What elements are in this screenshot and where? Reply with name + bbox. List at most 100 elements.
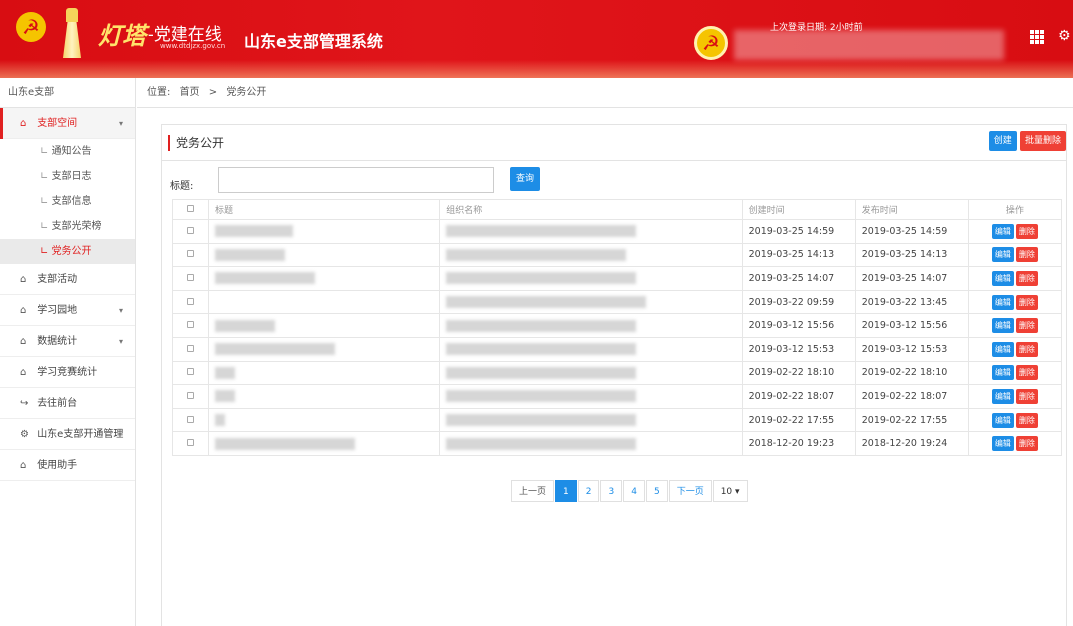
row-published-time: 2019-03-25 14:13: [854, 242, 969, 268]
row-title-blurred[interactable]: [208, 360, 441, 386]
delete-button[interactable]: 删除: [1015, 223, 1038, 239]
row-published-time: 2019-02-22 18:10: [854, 360, 969, 386]
row-created-time: 2019-03-25 14:07: [741, 266, 856, 291]
title-search-input[interactable]: [218, 167, 494, 193]
page-title: 党务公开: [168, 135, 224, 151]
row-published-time: 2019-03-12 15:53: [854, 336, 969, 362]
row-checkbox[interactable]: [171, 266, 210, 291]
row-title-blurred[interactable]: [208, 431, 441, 456]
content-panel: 党务公开 创建 批量删除 标题: 查询 标题 组织名称 创建时间 发布时间 操作…: [161, 124, 1067, 626]
row-checkbox[interactable]: [171, 384, 210, 409]
col-published: 发布时间: [854, 199, 969, 220]
edit-button[interactable]: 编辑: [991, 365, 1014, 381]
sidebar-item-activity[interactable]: ⌂ 支部活动: [0, 264, 135, 295]
row-published-time: 2019-03-22 13:45: [854, 289, 969, 315]
delete-button[interactable]: 删除: [1015, 318, 1038, 334]
edit-button[interactable]: 编辑: [991, 318, 1014, 334]
page-3-button[interactable]: 3: [600, 480, 623, 502]
row-created-time: 2019-03-25 14:13: [741, 242, 856, 268]
breadcrumb-prefix: 位置:: [147, 87, 171, 98]
records-table: 标题 组织名称 创建时间 发布时间 操作 2019-03-25 14:59 201…: [171, 199, 1063, 456]
edit-button[interactable]: 编辑: [991, 341, 1014, 357]
edit-button[interactable]: 编辑: [991, 223, 1014, 239]
brand-name: 灯塔: [98, 21, 146, 50]
delete-button[interactable]: 删除: [1015, 341, 1038, 357]
sidebar-item-label: 数据统计: [37, 336, 78, 347]
house-icon: ⌂: [20, 305, 27, 316]
page-4-button[interactable]: 4: [623, 480, 645, 502]
party-emblem-icon: ☭: [694, 26, 728, 60]
page-2-button[interactable]: 2: [577, 480, 600, 502]
edit-button[interactable]: 编辑: [991, 247, 1014, 263]
sidebar-item-frontend[interactable]: ↪ 去往前台: [0, 388, 135, 419]
page-5-button[interactable]: 5: [645, 480, 668, 502]
next-page-button[interactable]: 下一页: [668, 480, 712, 502]
prev-page-button[interactable]: 上一页: [511, 480, 555, 502]
settings-gear-icon[interactable]: ⚙: [1058, 28, 1071, 44]
sidebar-subitem-info[interactable]: 支部信息: [0, 189, 135, 214]
sidebar-item-study[interactable]: ⌂ 学习园地 ▾: [0, 295, 135, 326]
row-published-time: 2018-12-20 19:24: [854, 431, 969, 456]
delete-button[interactable]: 删除: [1015, 365, 1038, 381]
sidebar-item-label: 支部空间: [37, 118, 78, 129]
row-checkbox[interactable]: [171, 242, 210, 268]
sidebar-item-contest-stats[interactable]: ⌂ 学习竞赛统计: [0, 357, 135, 388]
row-created-time: 2019-03-25 14:59: [741, 219, 856, 244]
delete-button[interactable]: 删除: [1015, 294, 1038, 310]
row-title-blurred[interactable]: [208, 313, 441, 338]
sidebar-subitem-notice[interactable]: 通知公告: [0, 139, 135, 164]
delete-button[interactable]: 删除: [1015, 436, 1038, 452]
row-created-time: 2019-02-22 17:55: [741, 407, 856, 433]
edit-button[interactable]: 编辑: [991, 412, 1014, 428]
row-checkbox[interactable]: [171, 431, 210, 456]
breadcrumb-home[interactable]: 首页: [180, 87, 200, 98]
row-actions: 编辑 删除: [967, 266, 1063, 291]
batch-delete-button[interactable]: 批量删除: [1019, 131, 1066, 151]
row-checkbox[interactable]: [171, 219, 210, 244]
delete-button[interactable]: 删除: [1015, 412, 1038, 428]
row-actions: 编辑 删除: [967, 384, 1063, 409]
system-name: 山东e支部管理系统: [244, 32, 383, 51]
row-title-blurred[interactable]: [208, 336, 441, 362]
table-row: 2019-03-25 14:13 2019-03-25 14:13 编辑 删除: [171, 242, 1063, 268]
page-1-button[interactable]: 1: [555, 480, 577, 502]
row-checkbox[interactable]: [171, 360, 210, 386]
col-actions: 操作: [967, 199, 1063, 220]
row-checkbox[interactable]: [171, 336, 210, 362]
select-all-checkbox[interactable]: [171, 199, 210, 220]
delete-button[interactable]: 删除: [1015, 270, 1038, 286]
edit-button[interactable]: 编辑: [991, 388, 1014, 404]
edit-button[interactable]: 编辑: [991, 436, 1014, 452]
edit-button[interactable]: 编辑: [991, 270, 1014, 286]
query-button[interactable]: 查询: [510, 167, 541, 191]
row-title-blurred[interactable]: [208, 384, 441, 409]
apps-grid-icon[interactable]: [1030, 30, 1044, 44]
row-title-blurred[interactable]: [208, 407, 441, 433]
search-row: 标题: 查询: [162, 165, 1068, 199]
edit-button[interactable]: 编辑: [991, 294, 1014, 310]
row-title-blurred[interactable]: [208, 219, 441, 244]
row-title-blurred[interactable]: [208, 266, 441, 291]
sidebar-subitem-public[interactable]: 党务公开: [0, 239, 135, 264]
sidebar-item-activation[interactable]: ⚙ 山东e支部开通管理: [0, 419, 135, 450]
row-checkbox[interactable]: [171, 313, 210, 338]
delete-button[interactable]: 删除: [1015, 388, 1038, 404]
row-checkbox[interactable]: [171, 289, 210, 315]
house-icon: ⌂: [20, 367, 27, 378]
row-checkbox[interactable]: [171, 407, 210, 433]
row-title-blurred[interactable]: [208, 242, 441, 268]
sidebar-subitem-honor[interactable]: 支部光荣榜: [0, 214, 135, 239]
create-button[interactable]: 创建: [988, 131, 1017, 151]
sidebar-item-stats[interactable]: ⌂ 数据统计 ▾: [0, 326, 135, 357]
sidebar-item-branch-space[interactable]: ⌂ 支部空间 ▾: [0, 108, 135, 139]
row-title-blurred[interactable]: [208, 289, 441, 315]
delete-button[interactable]: 删除: [1015, 247, 1038, 263]
page-size-select[interactable]: 10 ▾: [712, 480, 748, 502]
col-created: 创建时间: [741, 199, 856, 220]
sidebar-subitem-log[interactable]: 支部日志: [0, 164, 135, 189]
row-org-blurred: [439, 360, 743, 386]
sidebar-item-helper[interactable]: ⌂ 使用助手: [0, 450, 135, 481]
panel-header: 党务公开 创建 批量删除: [162, 125, 1066, 161]
breadcrumb-current: 党务公开: [226, 87, 267, 98]
col-title: 标题: [208, 199, 441, 220]
